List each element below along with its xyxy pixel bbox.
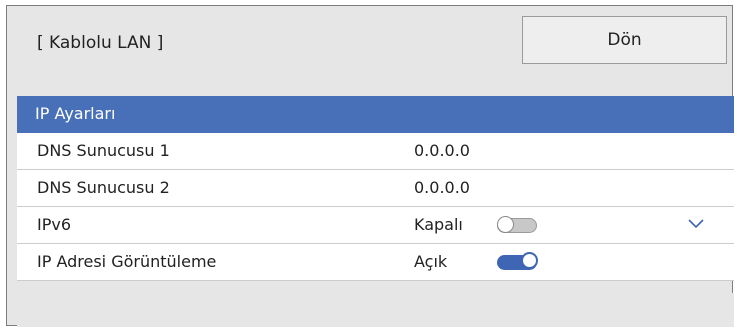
ipv6-row[interactable]: IPv6 Kapalı: [17, 207, 734, 244]
toggle-knob: [521, 252, 538, 269]
back-button[interactable]: Dön: [522, 16, 727, 64]
row-value: Açık: [414, 252, 448, 271]
row-label: IPv6: [37, 215, 72, 234]
row-value: Kapalı: [414, 215, 463, 234]
dns-server-2-row[interactable]: DNS Sunucusu 2 0.0.0.0: [17, 170, 734, 207]
chevron-down-icon[interactable]: [688, 218, 704, 230]
row-label: IP Ayarları: [35, 104, 116, 123]
ip-settings-row[interactable]: IP Ayarları: [17, 96, 734, 133]
panel-footer: [17, 293, 734, 327]
ip-address-display-toggle[interactable]: [497, 252, 538, 270]
row-label: IP Adresi Görüntüleme: [37, 252, 217, 271]
row-label: DNS Sunucusu 1: [37, 141, 170, 160]
wired-lan-panel: [ Kablolu LAN ] Dön IP Ayarları DNS Sunu…: [6, 5, 734, 327]
settings-list: IP Ayarları DNS Sunucusu 1 0.0.0.0 DNS S…: [17, 96, 734, 281]
panel-header: [ Kablolu LAN ] Dön: [7, 6, 732, 91]
row-value: 0.0.0.0: [414, 141, 470, 160]
row-value: 0.0.0.0: [414, 178, 470, 197]
page-title: [ Kablolu LAN ]: [37, 33, 164, 53]
dns-server-1-row[interactable]: DNS Sunucusu 1 0.0.0.0: [17, 133, 734, 170]
row-label: DNS Sunucusu 2: [37, 178, 170, 197]
ipv6-toggle[interactable]: [497, 216, 537, 233]
toggle-knob: [497, 216, 514, 233]
ip-address-display-row[interactable]: IP Adresi Görüntüleme Açık: [17, 244, 734, 281]
